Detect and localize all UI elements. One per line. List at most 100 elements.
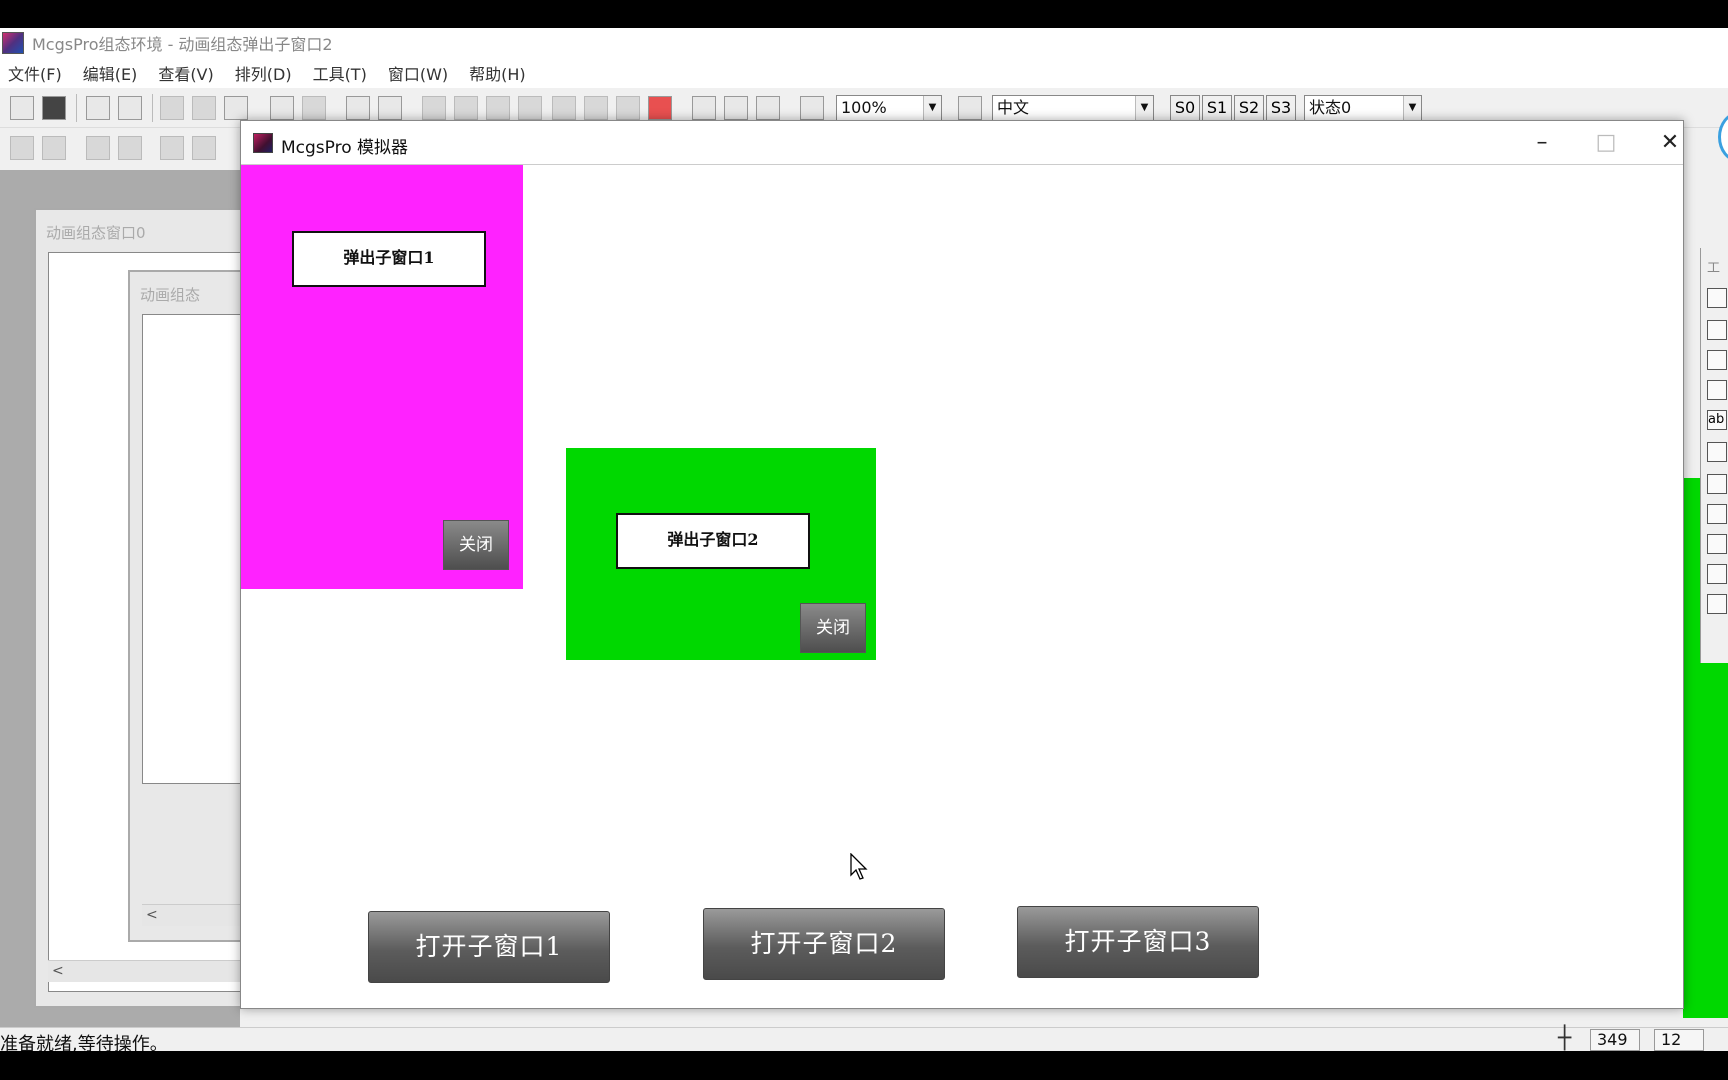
state-button-s0[interactable]: S0 — [1170, 95, 1200, 121]
state-button-s1[interactable]: S1 — [1202, 95, 1232, 121]
state-button-s3[interactable]: S3 — [1266, 95, 1296, 121]
chevron-down-icon: ▼ — [923, 96, 941, 120]
redo-icon[interactable] — [302, 96, 326, 120]
open-subwindow-1-button[interactable]: 打开子窗口1 — [368, 911, 610, 983]
edit-property-icon[interactable] — [422, 96, 446, 120]
center-vertical-icon[interactable] — [160, 136, 184, 160]
font-icon[interactable] — [486, 96, 510, 120]
cursor-x-readout: 349 — [1590, 1029, 1640, 1051]
align-icon[interactable] — [584, 96, 608, 120]
open-subwindow-3-button[interactable]: 打开子窗口3 — [1017, 906, 1259, 978]
language-icon[interactable] — [958, 96, 982, 120]
center-horizontal-icon[interactable] — [192, 136, 216, 160]
language-select[interactable]: 中文 ▼ — [992, 95, 1154, 121]
menu-edit[interactable]: 编辑(E) — [83, 61, 138, 85]
cursor-y-readout: 12 — [1654, 1029, 1704, 1051]
chevron-down-icon: ▼ — [1135, 96, 1153, 120]
align-bottom-icon[interactable] — [118, 136, 142, 160]
dots-grid-icon[interactable] — [616, 96, 640, 120]
popup-2-label: 弹出子窗口2 — [616, 513, 810, 569]
simulator-title-bar[interactable]: McgsPro 模拟器 – □ ✕ — [241, 121, 1683, 165]
crosshair-icon: ┼ — [1558, 1026, 1572, 1051]
menu-file[interactable]: 文件(F) — [8, 61, 62, 85]
save-icon[interactable] — [42, 96, 66, 120]
popup-window-1: 弹出子窗口1 关闭 — [241, 165, 523, 589]
status-message: 准备就绪,等待操作。 — [0, 1034, 168, 1051]
horizontal-scrollbar[interactable]: < — [142, 904, 248, 926]
line-icon[interactable] — [1707, 442, 1727, 462]
window-tool-icon[interactable] — [1707, 594, 1727, 614]
simulator-title: McgsPro 模拟器 — [281, 138, 409, 158]
toolbox-panel: 工 ab — [1700, 248, 1728, 663]
align-left-icon[interactable] — [10, 136, 34, 160]
align-top-icon[interactable] — [86, 136, 110, 160]
edit-script-icon[interactable] — [454, 96, 478, 120]
text-tool-icon[interactable]: ab — [1707, 410, 1727, 430]
simulator-logo-icon — [253, 133, 273, 153]
cut-icon[interactable] — [160, 96, 184, 120]
app-logo-icon — [2, 32, 24, 54]
state-select[interactable]: 状态0 ▼ — [1304, 95, 1422, 121]
background-window-1-client — [142, 314, 252, 784]
menu-help[interactable]: 帮助(H) — [469, 61, 526, 85]
tools-icon[interactable] — [346, 96, 370, 120]
status-bar: 准备就绪,等待操作。 ┼ 349 12 — [0, 1027, 1728, 1051]
pointer-icon[interactable] — [1707, 288, 1727, 308]
popup-1-label: 弹出子窗口1 — [292, 231, 486, 287]
zoom-value: 100% — [841, 98, 887, 117]
menu-bar: 文件(F) 编辑(E) 查看(V) 排列(D) 工具(T) 窗口(W) 帮助(H… — [0, 58, 1728, 88]
paste-icon[interactable] — [224, 96, 248, 120]
background-window-1-title: 动画组态 — [140, 286, 201, 304]
rectangle-icon[interactable] — [1707, 320, 1727, 340]
open-subwindow-2-button[interactable]: 打开子窗口2 — [703, 908, 945, 980]
simulator-canvas: 弹出子窗口1 关闭 弹出子窗口2 关闭 打开子窗口1 打开子窗口2 打开子窗口3 — [241, 165, 1683, 1008]
popup-2-close-button[interactable]: 关闭 — [800, 603, 866, 653]
zoom-select[interactable]: 100% ▼ — [836, 95, 942, 121]
grid-icon[interactable] — [552, 96, 576, 120]
menu-window[interactable]: 窗口(W) — [388, 61, 448, 85]
chevron-down-icon: ▼ — [1403, 96, 1421, 120]
font-size-icon[interactable] — [518, 96, 542, 120]
mouse-cursor-icon — [850, 853, 868, 880]
menu-arrange[interactable]: 排列(D) — [235, 61, 292, 85]
background-window-0-title: 动画组态窗口0 — [46, 224, 146, 242]
sort-icon[interactable] — [756, 96, 780, 120]
close-button[interactable]: ✕ — [1649, 129, 1691, 157]
toolbar-separator — [76, 94, 77, 122]
maximize-button[interactable]: □ — [1585, 129, 1627, 157]
screen: McgsPro组态环境 - 动画组态弹出子窗口2 文件(F) 编辑(E) 查看(… — [0, 28, 1728, 1051]
state-button-s2[interactable]: S2 — [1234, 95, 1264, 121]
menu-tools[interactable]: 工具(T) — [313, 61, 367, 85]
rounded-rect-icon[interactable] — [1707, 350, 1727, 370]
minimize-button[interactable]: – — [1521, 129, 1563, 157]
undo-icon[interactable] — [270, 96, 294, 120]
simulator-window: McgsPro 模拟器 – □ ✕ 弹出子窗口1 关闭 弹出子窗口2 关闭 打开… — [240, 120, 1684, 1009]
state-select-value: 状态0 — [1309, 98, 1352, 117]
app-title-bar: McgsPro组态环境 - 动画组态弹出子窗口2 — [0, 28, 1728, 58]
gauge-icon[interactable] — [1707, 474, 1727, 494]
new-icon[interactable] — [10, 96, 34, 120]
language-value: 中文 — [997, 98, 1030, 117]
grid-tool-icon[interactable] — [1707, 564, 1727, 584]
menu-view[interactable]: 查看(V) — [158, 61, 213, 85]
window-icon[interactable] — [378, 96, 402, 120]
toolbar-separator — [152, 94, 153, 122]
color-icon[interactable] — [648, 96, 672, 120]
popup-1-close-button[interactable]: 关闭 — [443, 520, 509, 570]
config-icon[interactable] — [692, 96, 716, 120]
help-icon[interactable] — [800, 96, 824, 120]
print-icon[interactable] — [86, 96, 110, 120]
mdi-workspace: 动画组态窗口0 < 动画组态 < — [0, 170, 252, 1030]
copy-icon[interactable] — [192, 96, 216, 120]
list-icon[interactable] — [1707, 534, 1727, 554]
horizontal-scrollbar[interactable]: < — [48, 960, 244, 982]
align-right-icon[interactable] — [42, 136, 66, 160]
check-icon[interactable] — [724, 96, 748, 120]
print-preview-icon[interactable] — [118, 96, 142, 120]
popup-window-2: 弹出子窗口2 关闭 — [566, 448, 876, 660]
app-title: McgsPro组态环境 - 动画组态弹出子窗口2 — [32, 35, 333, 54]
chart-icon[interactable] — [1707, 504, 1727, 524]
toolbox-title: 工 — [1707, 261, 1721, 276]
element-library-icon[interactable] — [1707, 380, 1727, 400]
background-window-1[interactable]: 动画组态 < — [128, 270, 252, 942]
